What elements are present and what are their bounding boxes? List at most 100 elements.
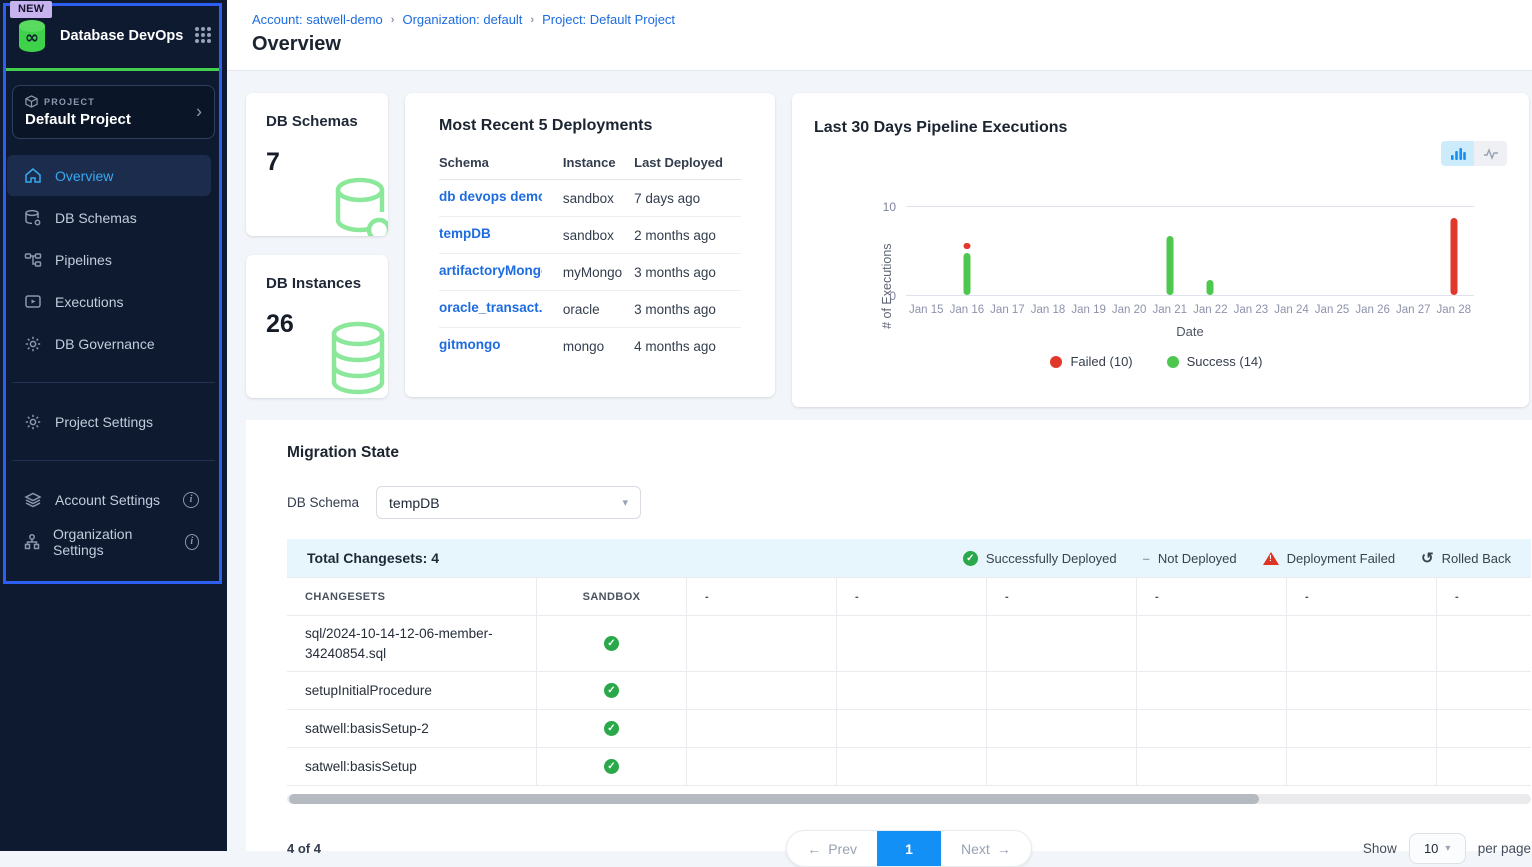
table-row: artifactoryMongomyMongo3 months ago [439,254,741,291]
empty-status-cell [1287,671,1437,709]
chart-bar-success[interactable] [963,253,970,295]
page-size-select[interactable]: 10 ▾ [1409,833,1466,864]
schema-link[interactable]: gitmongo [439,337,500,352]
migration-state-section: Migration State DB Schema tempDB ▾ Total… [246,420,1532,851]
chart-x-tick-label: Jan 28 [1434,304,1475,316]
page-title: Overview [252,33,1532,56]
empty-status-cell [1137,709,1287,747]
db-schemas-card: DB Schemas 7 [246,93,388,236]
info-icon[interactable]: i [185,534,200,550]
empty-status-cell [1437,747,1531,785]
empty-status-cell [987,671,1137,709]
chart-bar-success[interactable] [1207,280,1214,295]
database-stack-outline-icon [322,320,388,398]
horizontal-scrollbar-track[interactable] [287,794,1531,804]
changeset-name-cell: setupInitialProcedure [287,671,537,709]
prev-page-button[interactable]: ← Prev [787,831,877,866]
schema-link[interactable]: oracle_transact... [439,300,542,315]
status-legend-label: Deployment Failed [1287,551,1395,566]
sidebar: NEW ∞ Database DevOps PROJECT Default Pr… [0,0,227,851]
deployment-instance-cell: mongo [563,328,634,365]
empty-status-cell [1287,747,1437,785]
chart-bar-failed[interactable] [963,243,970,249]
status-legend-item: Deployment Failed [1263,551,1395,566]
chart-legend-item[interactable]: Success (14) [1167,354,1263,369]
secondary-nav: Project Settings [0,401,227,442]
breadcrumb-separator-icon: › [530,14,534,26]
line-chart-icon[interactable] [1474,141,1507,166]
changeset-name-cell: sql/2024-10-14-12-06-member-34240854.sql [287,615,537,671]
status-legend-label: Not Deployed [1158,551,1237,566]
chart-view-toggle [1441,141,1507,166]
breadcrumb-link[interactable]: Account: satwell-demo [252,12,383,27]
empty-status-cell [1287,615,1437,671]
deployment-schema-cell: gitmongo [439,328,563,365]
changesets-column-header: - [687,577,837,615]
status-legend-label: Rolled Back [1442,551,1511,566]
schema-link[interactable]: tempDB [439,226,491,241]
deployment-schema-cell: artifactoryMongo [439,254,563,291]
empty-status-cell [987,615,1137,671]
success-check-icon: ✓ [604,721,619,736]
deployment-last-deployed-cell: 7 days ago [634,180,741,217]
home-icon [23,166,43,186]
per-page-label: per page [1478,841,1531,856]
sidebar-item-project-settings[interactable]: Project Settings [7,401,211,442]
chart-x-tick-label: Jan 22 [1190,304,1231,316]
table-row: db devops demosandbox7 days ago [439,180,741,217]
sidebar-item-label: DB Schemas [55,210,137,226]
next-page-button[interactable]: Next → [941,831,1031,866]
recent-deployments-card: Most Recent 5 Deployments SchemaInstance… [405,93,775,397]
dash-icon: – [1143,551,1150,566]
chart-x-tick-label: Jan 17 [987,304,1028,316]
status-legend-item: ↺Rolled Back [1421,549,1511,567]
db-schema-select[interactable]: tempDB ▾ [376,486,641,519]
status-legend-item: ✓Successfully Deployed [963,551,1117,566]
sidebar-item-db-schemas[interactable]: DB Schemas [7,197,211,238]
schema-link[interactable]: db devops demo [439,189,542,204]
status-legend: ✓Successfully Deployed –Not Deployed Deplo… [963,549,1511,567]
chart-plot: # of Executions 010 Jan 15Jan 16Jan 17Ja… [814,183,1499,380]
breadcrumb-link[interactable]: Project: Default Project [542,12,675,27]
cube-icon [25,95,38,108]
sidebar-item-executions[interactable]: Executions [7,281,211,322]
deployments-column-header: Schema [439,145,563,180]
sidebar-item-pipelines[interactable]: Pipelines [7,239,211,280]
main-area: Account: satwell-demo › Organization: defa… [227,0,1532,851]
horizontal-scrollbar-thumb[interactable] [289,794,1259,804]
app-grid-icon[interactable] [195,27,213,45]
info-icon[interactable]: i [183,492,199,508]
project-selector[interactable]: PROJECT Default Project › [12,85,215,139]
schema-link[interactable]: artifactoryMongo [439,263,542,278]
recent-deployments-title: Most Recent 5 Deployments [439,117,741,135]
pager: ← Prev 1 Next → [786,830,1032,867]
empty-status-cell [1437,671,1531,709]
pagination: 4 of 4 ← Prev 1 Next → Show 10 [287,830,1531,867]
breadcrumb-link[interactable]: Organization: default [402,12,522,27]
current-page-button[interactable]: 1 [877,831,941,866]
sidebar-item-overview[interactable]: Overview [7,155,211,196]
chart-bar-failed[interactable] [1450,218,1457,295]
brand-accent-rule [6,68,221,71]
bar-chart-icon[interactable] [1441,141,1474,166]
deployment-instance-cell: oracle [563,291,634,328]
empty-status-cell [1137,615,1287,671]
chart-x-tick-label: Jan 23 [1231,304,1272,316]
chart-legend-item[interactable]: Failed (10) [1050,354,1132,369]
empty-status-cell [837,747,987,785]
executions-icon [23,292,43,312]
success-check-icon: ✓ [604,759,619,774]
sandbox-status-cell: ✓ [537,615,687,671]
sandbox-status-cell: ✓ [537,671,687,709]
chart-y-tick-label: 0 [889,289,896,303]
chart-bar-success[interactable] [1166,236,1173,296]
sidebar-item-organization-settings[interactable]: Organization Settingsi [7,521,211,562]
sidebar-item-db-governance[interactable]: DB Governance [7,323,211,364]
sidebar-item-account-settings[interactable]: Account Settingsi [7,479,211,520]
pagination-summary: 4 of 4 [287,841,617,856]
success-check-icon: ✓ [604,683,619,698]
changesets-column-header: - [837,577,987,615]
chart-x-tick-label: Jan 24 [1271,304,1312,316]
chart-gridline [906,295,1474,296]
deployment-last-deployed-cell: 2 months ago [634,217,741,254]
